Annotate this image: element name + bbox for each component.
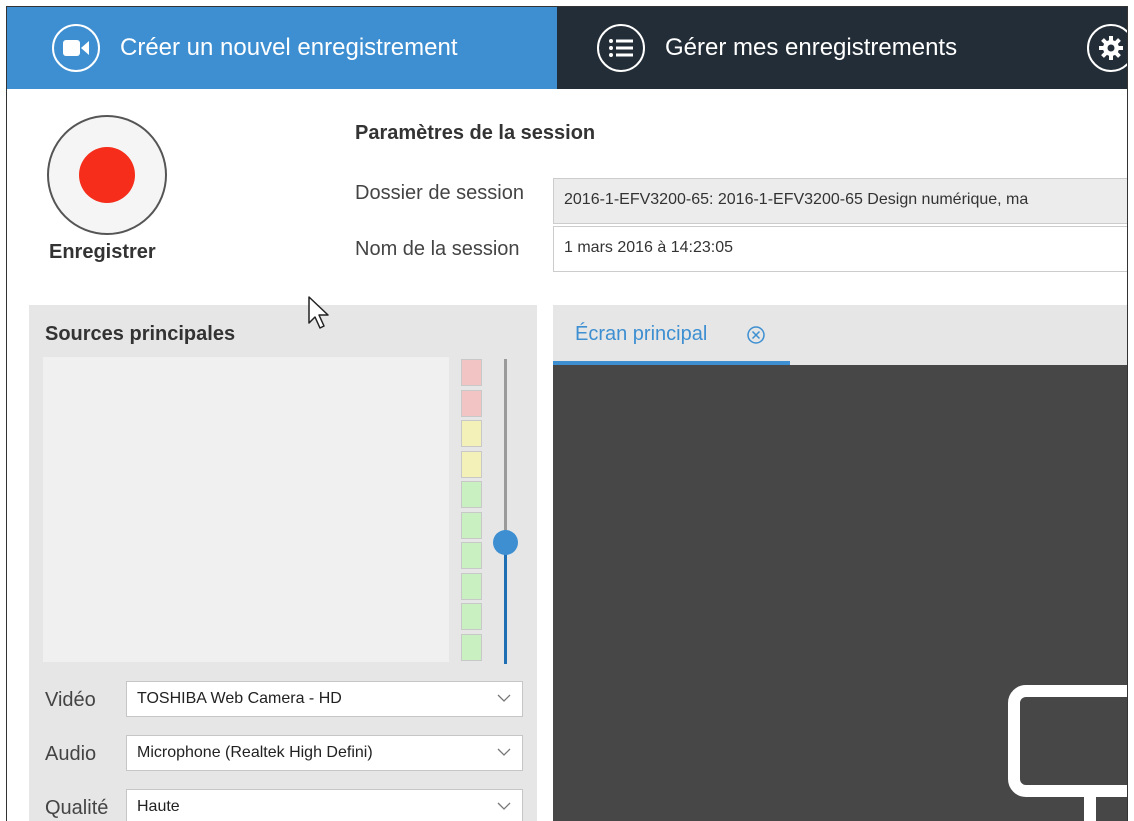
gear-icon: [1087, 24, 1127, 72]
volume-slider-fill: [504, 542, 507, 664]
level-meter-segment: [461, 511, 482, 539]
level-meter-segment: [461, 359, 482, 386]
primary-sources-title: Sources principales: [45, 323, 236, 345]
quality-label: Qualité: [45, 797, 109, 819]
screen-panel: Écran principal: [553, 305, 1127, 821]
tab-settings[interactable]: [1087, 7, 1127, 89]
video-camera-icon: [52, 24, 100, 72]
primary-sources-panel: Sources principales Vidéo TOSHIBA Web Ca…: [29, 305, 537, 821]
quality-select[interactable]: Haute: [126, 789, 523, 821]
record-button[interactable]: [47, 115, 167, 235]
session-folder-field[interactable]: 2016-1-EFV3200-65: 2016-1-EFV3200-65 Des…: [553, 178, 1127, 224]
monitor-icon: [1008, 685, 1127, 821]
list-icon: [597, 24, 645, 72]
record-label: Enregistrer: [49, 241, 156, 263]
tab-create-label: Créer un nouvel enregistrement: [120, 34, 458, 61]
chevron-down-icon: [497, 748, 511, 756]
level-meter-segment: [461, 572, 482, 600]
level-meter-segment: [461, 603, 482, 630]
level-meter-segment: [461, 633, 482, 661]
tab-main-screen[interactable]: Écran principal: [553, 305, 790, 365]
audio-label: Audio: [45, 743, 97, 765]
video-preview: [43, 357, 449, 662]
video-select[interactable]: TOSHIBA Web Camera - HD: [126, 681, 523, 717]
volume-slider-handle[interactable]: [493, 530, 518, 555]
video-select-value: TOSHIBA Web Camera - HD: [137, 690, 342, 707]
tab-manage-label: Gérer mes enregistrements: [665, 34, 958, 61]
level-meter-segment: [461, 420, 482, 447]
tab-main-screen-label: Écran principal: [575, 323, 708, 345]
quality-select-value: Haute: [137, 798, 180, 815]
level-meter-segment: [461, 389, 482, 417]
close-circle-icon[interactable]: [745, 324, 767, 346]
screen-preview: [553, 365, 1127, 821]
level-meter-segment: [461, 450, 482, 478]
audio-select[interactable]: Microphone (Realtek High Defini): [126, 735, 523, 771]
chevron-down-icon: [497, 694, 511, 702]
record-icon: [79, 147, 135, 203]
level-meter-segment: [461, 481, 482, 508]
session-name-label: Nom de la session: [355, 238, 520, 260]
chevron-down-icon: [497, 802, 511, 810]
audio-select-value: Microphone (Realtek High Defini): [137, 744, 373, 761]
mouse-cursor-icon: [308, 296, 329, 329]
app-window: Créer un nouvel enregistrement Gérer mes…: [6, 6, 1128, 821]
tab-manage-recordings[interactable]: Gérer mes enregistrements: [557, 7, 997, 89]
video-label: Vidéo: [45, 689, 96, 711]
session-folder-label: Dossier de session: [355, 182, 524, 204]
audio-level-meter: [461, 359, 483, 664]
top-tab-bar: Créer un nouvel enregistrement Gérer mes…: [7, 7, 1127, 89]
session-name-input[interactable]: 1 mars 2016 à 14:23:05: [553, 226, 1127, 272]
level-meter-segment: [461, 542, 482, 569]
tab-create-recording[interactable]: Créer un nouvel enregistrement: [7, 7, 557, 89]
session-settings-title: Paramètres de la session: [355, 122, 596, 144]
